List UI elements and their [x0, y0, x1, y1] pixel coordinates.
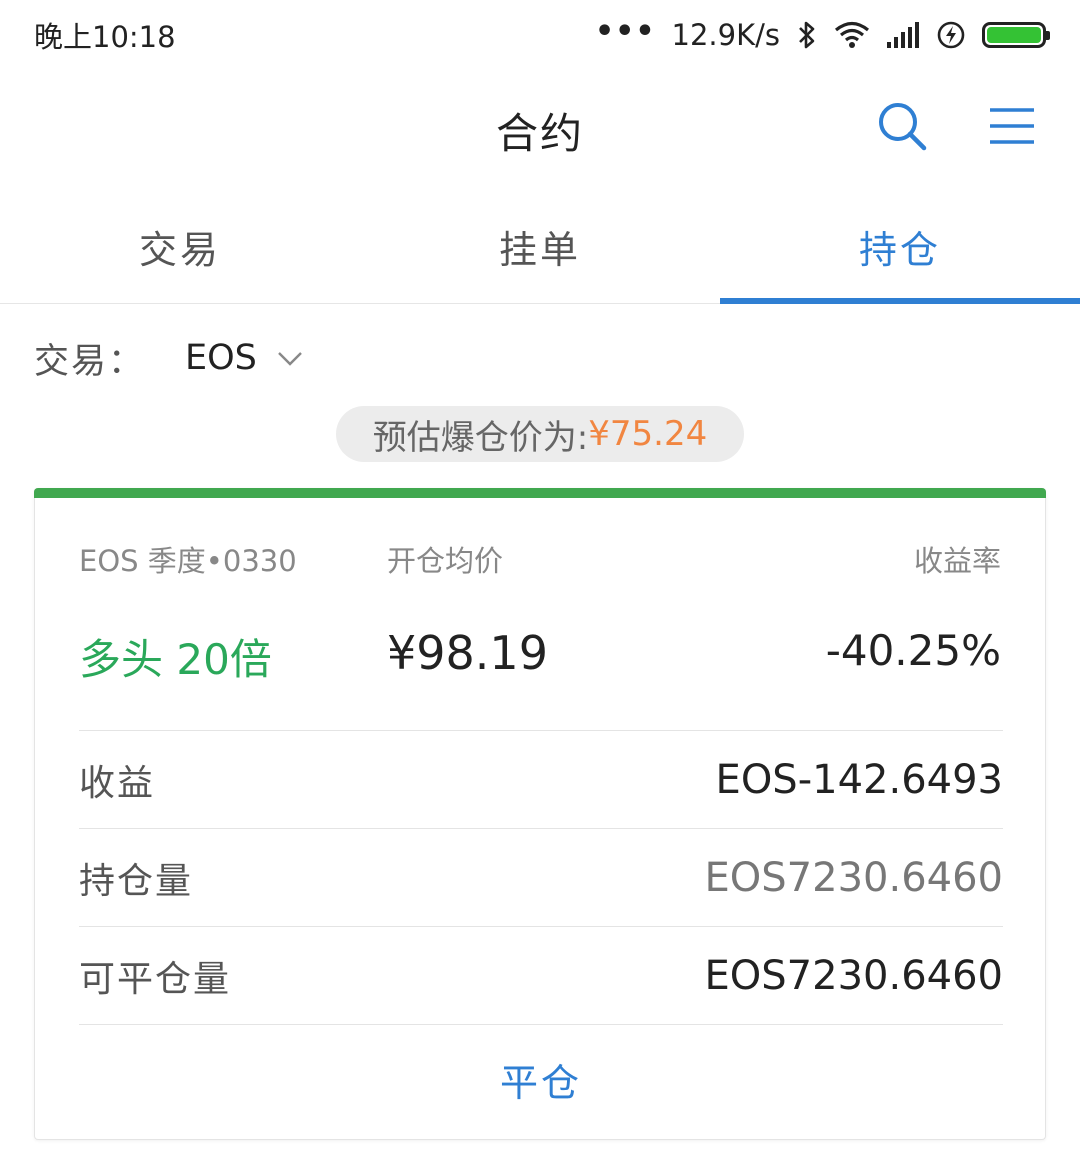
network-speed: 12.9K/s	[671, 18, 780, 52]
holding-value: EOS7230.6460	[704, 854, 1003, 901]
closable-label: 可平仓量	[79, 958, 232, 1000]
position-direction: 多头 20倍	[79, 635, 272, 684]
yield-value: -40.25%	[825, 626, 1001, 675]
holding-label: 持仓量	[79, 860, 194, 902]
wifi-icon	[834, 21, 870, 48]
pair-selector-row: 交易： EOS	[34, 330, 305, 386]
signal-icon	[887, 22, 919, 48]
tab-trade[interactable]: 交易	[0, 190, 360, 303]
liquidation-label: 预估爆仓价为:	[372, 417, 589, 458]
status-bar: 晚上10:18 ••• 12.9K/s	[0, 0, 1080, 70]
contract-name: EOS 季度•0330	[79, 544, 297, 578]
pair-label: 交易：	[34, 341, 146, 382]
search-icon[interactable]	[874, 98, 930, 154]
more-notifications-icon: •••	[595, 13, 656, 49]
status-time: 晚上10:18	[34, 20, 176, 54]
liquidation-price-badge: 预估爆仓价为: ¥75.24	[336, 406, 744, 462]
tab-orders[interactable]: 挂单	[360, 190, 720, 303]
tab-bar: 交易 挂单 持仓	[0, 190, 1080, 304]
battery-icon	[982, 22, 1050, 48]
position-card: EOS 季度•0330 开仓均价 收益率 多头 20倍 ¥98.19 -40.2…	[34, 488, 1046, 1140]
close-position-button[interactable]: 平仓	[79, 1024, 1003, 1134]
yield-label: 收益率	[913, 544, 1001, 578]
pair-value: EOS	[185, 338, 257, 378]
pair-dropdown[interactable]: EOS	[185, 338, 305, 378]
liquidation-price: ¥75.24	[588, 414, 708, 454]
detail-row-closable: 可平仓量 EOS7230.6460	[79, 926, 1003, 1024]
tab-positions[interactable]: 持仓	[720, 190, 1080, 304]
detail-row-profit: 收益 EOS-142.6493	[79, 730, 1003, 828]
avg-price-value: ¥98.19	[387, 626, 548, 680]
detail-row-holding: 持仓量 EOS7230.6460	[79, 828, 1003, 926]
profit-value: EOS-142.6493	[715, 756, 1003, 803]
status-icons: ••• 12.9K/s	[595, 14, 1050, 52]
menu-icon[interactable]	[984, 98, 1040, 154]
avg-price-label: 开仓均价	[387, 544, 504, 578]
charging-icon	[937, 21, 965, 49]
chevron-down-icon	[278, 352, 302, 366]
bluetooth-icon	[799, 21, 815, 49]
app-header: 合约	[0, 70, 1080, 185]
closable-value: EOS7230.6460	[704, 952, 1003, 999]
card-accent-bar	[34, 488, 1046, 498]
profit-label: 收益	[79, 762, 156, 804]
